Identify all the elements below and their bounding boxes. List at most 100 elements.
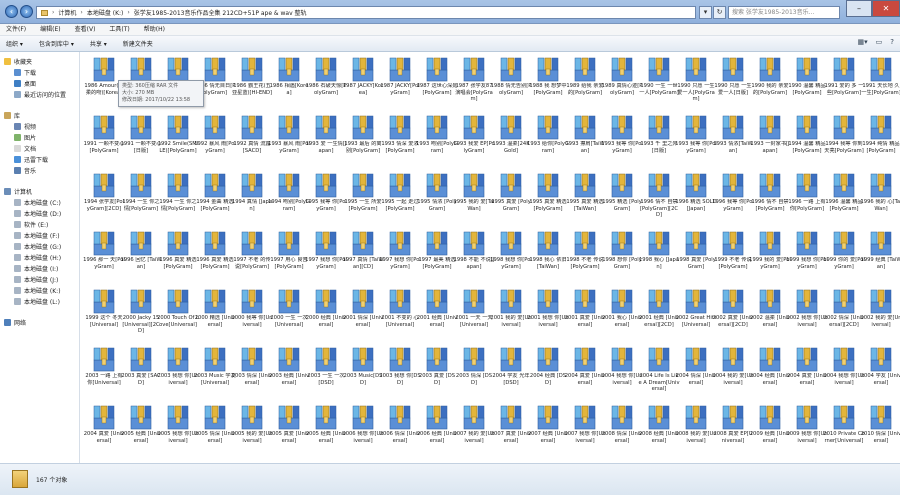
rar-archive-icon xyxy=(204,115,226,140)
rar-archive-icon xyxy=(833,231,855,256)
rar-archive-icon xyxy=(870,173,892,198)
rar-archive-icon xyxy=(389,173,411,198)
drive-icon xyxy=(14,198,21,206)
rar-archive-icon xyxy=(685,347,707,372)
menu-help[interactable]: 帮助(H) xyxy=(144,24,165,35)
rar-archive-icon xyxy=(130,405,152,430)
file-item[interactable]: 1996 我的 心[TaiWan] xyxy=(859,170,900,227)
rar-archive-icon xyxy=(537,231,559,256)
menu-bar: 文件(F) 编辑(E) 查看(V) 工具(T) 帮助(H) xyxy=(0,24,900,36)
rar-archive-icon xyxy=(241,405,263,430)
forward-button[interactable]: › xyxy=(20,5,33,18)
search-input[interactable]: 搜索 张学友1985-2013音乐... xyxy=(728,6,840,19)
preview-pane-icon[interactable]: ▭ xyxy=(876,38,883,46)
rar-archive-icon xyxy=(870,115,892,140)
rar-archive-icon xyxy=(537,347,559,372)
rar-archive-icon xyxy=(796,347,818,372)
file-name: 1991 天长地 久一生[PolyGram] xyxy=(861,83,900,96)
menu-edit[interactable]: 编辑(E) xyxy=(40,24,60,35)
rar-archive-icon xyxy=(463,115,485,140)
include-in-library-button[interactable]: 包含到库中 ▾ xyxy=(39,39,74,48)
drive-icon xyxy=(14,264,21,272)
rar-archive-icon xyxy=(833,57,855,82)
breadcrumb-computer[interactable]: 计算机 xyxy=(58,8,76,17)
rar-archive-icon xyxy=(130,173,152,198)
dropdown-icon[interactable]: ▾ xyxy=(699,6,712,19)
rar-archive-icon xyxy=(648,405,670,430)
file-item[interactable]: 2002 我的 爱[Universal] xyxy=(859,286,900,343)
rar-archive-icon xyxy=(574,405,596,430)
file-item[interactable]: 2004 学友 [Universal] xyxy=(859,344,900,401)
rar-archive-icon xyxy=(315,347,337,372)
rar-archive-icon xyxy=(315,115,337,140)
rar-archive-icon xyxy=(463,173,485,198)
rar-archive-icon xyxy=(204,57,226,82)
rar-archive-icon xyxy=(759,289,781,314)
help-icon[interactable]: ? xyxy=(890,38,894,46)
rar-archive-icon xyxy=(93,115,115,140)
breadcrumb-folder[interactable]: 张学友1985-2013音乐作品全集 212CD+51P ape & wav 整… xyxy=(134,8,307,17)
rar-archive-icon xyxy=(759,405,781,430)
sidebar-item-computer[interactable]: 计算机 xyxy=(4,186,84,196)
minimize-button[interactable]: – xyxy=(846,0,872,17)
rar-archive-icon xyxy=(167,289,189,314)
document-icon xyxy=(14,144,21,152)
file-name: 1994 纯情 精品[PolyGram] xyxy=(862,141,900,154)
rar-archive-icon xyxy=(315,57,337,82)
share-button[interactable]: 共享 ▾ xyxy=(90,39,107,48)
drive-icon xyxy=(14,275,21,283)
menu-tools[interactable]: 工具(T) xyxy=(109,24,129,35)
rar-archive-icon xyxy=(130,115,152,140)
drive-icon xyxy=(14,220,21,228)
rar-archive-icon xyxy=(537,57,559,82)
rar-archive-icon xyxy=(278,231,300,256)
file-item[interactable]: 1991 天长地 久一生[PolyGram] xyxy=(859,54,900,111)
rar-archive-icon xyxy=(685,57,707,82)
organize-button[interactable]: 组织 ▾ xyxy=(6,39,23,48)
rar-archive-icon xyxy=(500,57,522,82)
rar-archive-icon xyxy=(167,347,189,372)
breadcrumb-drive[interactable]: 本地磁盘 (K:) xyxy=(87,8,124,17)
close-button[interactable]: ✕ xyxy=(872,0,900,17)
menu-view[interactable]: 查看(V) xyxy=(75,24,96,35)
rar-archive-icon xyxy=(93,405,115,430)
file-grid: 1986 Amour(温柔的吻)[Korea]1986 Smile(SMILE)… xyxy=(82,54,900,463)
rar-archive-icon xyxy=(204,405,226,430)
library-icon xyxy=(4,111,11,119)
menu-file[interactable]: 文件(F) xyxy=(6,24,26,35)
file-name: 2010 情深 [Universal] xyxy=(860,431,900,444)
rar-archive-icon xyxy=(426,289,448,314)
new-folder-button[interactable]: 新建文件夹 xyxy=(123,39,153,48)
refresh-icon[interactable]: ↻ xyxy=(713,6,726,19)
recent-places-icon xyxy=(14,90,21,98)
rar-archive-icon xyxy=(648,347,670,372)
view-options-icon[interactable]: ▦▾ xyxy=(858,38,868,46)
picture-icon xyxy=(14,133,21,141)
file-item[interactable]: 1999 经典 [TaiWan] xyxy=(859,228,900,285)
file-item[interactable]: 2010 情深 [Universal] xyxy=(859,402,900,459)
file-item[interactable]: 1994 纯情 精品[PolyGram] xyxy=(859,112,900,169)
rar-archive-icon xyxy=(389,347,411,372)
rar-archive-icon xyxy=(426,405,448,430)
rar-archive-icon xyxy=(574,57,596,82)
rar-archive-icon xyxy=(796,115,818,140)
rar-archive-icon xyxy=(241,289,263,314)
sidebar-item-libraries[interactable]: 库 xyxy=(4,110,84,120)
rar-archive-icon xyxy=(537,173,559,198)
rar-archive-icon xyxy=(352,347,374,372)
rar-archive-icon xyxy=(870,57,892,82)
sidebar-item-network[interactable]: 网络 xyxy=(4,317,84,327)
view-controls: ▦▾ ▭ ? xyxy=(858,38,894,46)
rar-archive-icon xyxy=(167,173,189,198)
rar-archive-icon xyxy=(278,57,300,82)
sidebar-item-favorites[interactable]: 收藏夹 xyxy=(4,56,84,66)
rar-archive-icon xyxy=(315,405,337,430)
rar-archive-icon xyxy=(500,347,522,372)
rar-archive-icon xyxy=(241,347,263,372)
back-button[interactable]: ‹ xyxy=(5,5,18,18)
address-bar[interactable]: › 计算机 › 本地磁盘 (K:) › 张学友1985-2013音乐作品全集 2… xyxy=(36,6,696,19)
rar-archive-icon xyxy=(685,115,707,140)
rar-archive-icon xyxy=(204,347,226,372)
rar-archive-icon xyxy=(130,57,152,82)
rar-archive-icon xyxy=(389,231,411,256)
